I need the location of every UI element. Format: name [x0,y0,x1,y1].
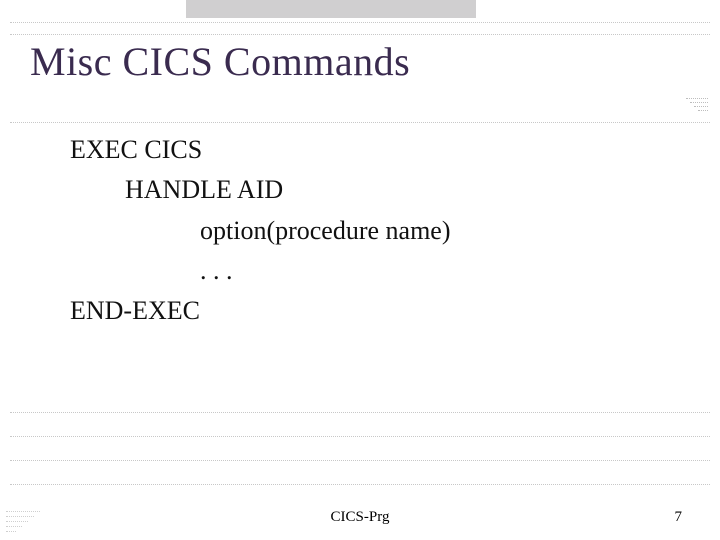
code-line-4: . . . [200,251,451,291]
code-line-1: EXEC CICS [70,130,451,170]
divider-wedge-icon [686,98,708,116]
page-number: 7 [675,509,683,526]
title-bar-graphic [186,0,476,18]
code-line-5: END-EXEC [70,291,451,331]
footer-label: CICS-Prg [0,509,720,526]
slide-title: Misc CICS Commands [30,38,410,85]
slide-body: EXEC CICS HANDLE AID option(procedure na… [70,130,451,331]
corner-deco-icon [6,498,40,532]
code-line-2: HANDLE AID [125,170,451,210]
code-line-3: option(procedure name) [200,211,451,251]
